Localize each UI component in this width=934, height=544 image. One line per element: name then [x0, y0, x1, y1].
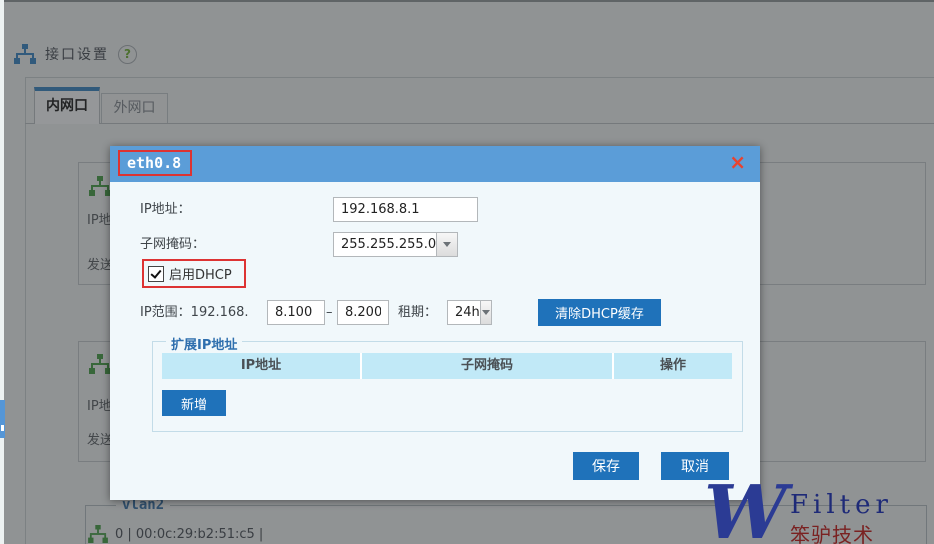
- check-icon: [150, 267, 161, 279]
- dhcp-checkbox[interactable]: [148, 266, 164, 282]
- left-edge-strip: [0, 0, 4, 544]
- column-action: 操作: [612, 353, 732, 379]
- dialog-title: eth0.8: [127, 154, 181, 172]
- add-button[interactable]: 新增: [162, 390, 226, 416]
- ip-address-input[interactable]: [333, 197, 478, 222]
- wfilter-logo-subtitle: 笨驴技术: [790, 519, 874, 544]
- wfilter-logo-name: Filter: [790, 490, 893, 520]
- range-end-input[interactable]: [337, 300, 389, 325]
- lease-label: 租期：: [398, 300, 437, 325]
- subnet-mask-label: 子网掩码：: [140, 232, 205, 257]
- clear-dhcp-cache-button[interactable]: 清除DHCP缓存: [538, 299, 661, 326]
- side-panel-handle[interactable]: [0, 400, 5, 438]
- column-ip-address: IP地址: [162, 353, 360, 379]
- annotation-box-dhcp: 启用DHCP: [142, 259, 246, 288]
- extended-ip-table-header: IP地址 子网掩码 操作: [162, 353, 732, 379]
- close-icon[interactable]: ×: [729, 150, 746, 174]
- screen: 接口设置 ? 内网口 外网口 IP地 发送: [0, 0, 934, 544]
- column-subnet-mask: 子网掩码: [360, 353, 612, 379]
- range-dash: –: [326, 300, 333, 325]
- chevron-down-icon: [436, 233, 457, 256]
- dialog-body: IP地址： 子网掩码： 255.255.255.0 启用DHCP IP范围：19…: [110, 182, 760, 500]
- lease-value: 24h: [448, 301, 480, 324]
- save-button[interactable]: 保存: [573, 452, 639, 480]
- interface-edit-dialog: eth0.8 × IP地址： 子网掩码： 255.255.255.0 启用DHC…: [110, 146, 760, 500]
- subnet-mask-value: 255.255.255.0: [334, 233, 436, 256]
- wfilter-logo-w-icon: W: [704, 478, 787, 544]
- ip-address-label: IP地址：: [140, 197, 191, 222]
- chevron-down-icon: [480, 301, 491, 324]
- dialog-header: eth0.8 ×: [110, 146, 760, 182]
- annotation-box-title: eth0.8: [118, 150, 192, 176]
- wfilter-watermark: W Filter 笨驴技术: [700, 482, 934, 544]
- dhcp-checkbox-label: 启用DHCP: [169, 264, 232, 283]
- ip-range-label: IP范围：192.168.: [140, 300, 249, 325]
- range-start-input[interactable]: [267, 300, 325, 325]
- lease-select[interactable]: 24h: [447, 300, 492, 325]
- extended-ip-legend: 扩展IP地址: [166, 334, 242, 353]
- subnet-mask-select[interactable]: 255.255.255.0: [333, 232, 458, 257]
